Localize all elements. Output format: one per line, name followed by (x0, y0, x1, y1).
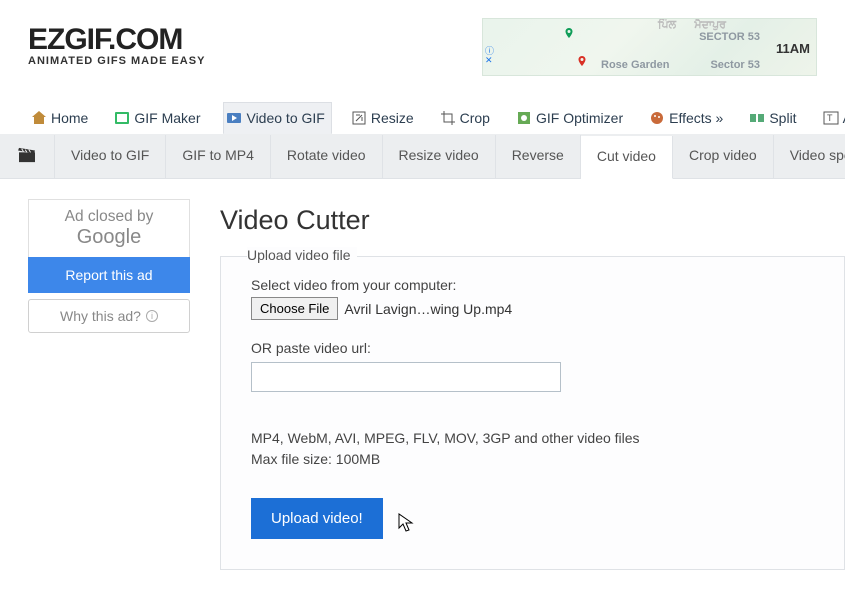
map-label: SECTOR 53 (699, 31, 760, 43)
why-this-ad-button[interactable]: Why this ad? i (28, 299, 190, 333)
nav-crop[interactable]: Crop (437, 102, 497, 134)
resize-icon (351, 110, 367, 126)
nav2-label: Reverse (512, 147, 564, 163)
url-label: OR paste video url: (251, 340, 814, 356)
nav-label: GIF Maker (134, 110, 200, 126)
map-time-label: 11AM (776, 41, 810, 56)
choose-file-button[interactable]: Choose File (251, 297, 338, 320)
nav2-label: Video to GIF (71, 147, 149, 163)
video-url-input[interactable] (251, 362, 561, 392)
panel-legend: Upload video file (247, 247, 357, 263)
nav2-speed[interactable]: Video speed (774, 135, 845, 178)
upload-video-button[interactable]: Upload video! (251, 498, 383, 539)
sidebar-ad-panel: Ad closed by Google Report this ad Why t… (28, 199, 190, 333)
nav-label: Effects » (669, 110, 723, 126)
info-icon: i (146, 310, 158, 322)
upload-panel: Upload video file Select video from your… (220, 256, 845, 570)
logo-text: EZGIF.COM (28, 26, 205, 53)
nav2-video-to-gif[interactable]: Video to GIF (55, 135, 166, 178)
split-icon (749, 110, 765, 126)
ad-closed-line1: Ad closed by (29, 208, 189, 226)
logo-tagline: ANIMATED GIFS MADE EASY (28, 55, 205, 67)
nav-gif-maker[interactable]: GIF Maker (111, 102, 207, 134)
nav-home[interactable]: Home (28, 102, 95, 134)
nav2-resize[interactable]: Resize video (383, 135, 496, 178)
why-this-ad-label: Why this ad? (60, 308, 141, 324)
nav-label: Split (769, 110, 796, 126)
map-label: ਪਿੰਲ (658, 19, 676, 32)
secondary-nav: Video to GIF GIF to MP4 Rotate video Res… (0, 135, 845, 179)
home-icon (31, 110, 47, 126)
nav-effects[interactable]: Effects » (646, 102, 730, 134)
clapperboard-icon (18, 147, 36, 163)
nav-label: Resize (371, 110, 414, 126)
nav-add-text[interactable]: T Add text (820, 102, 845, 134)
nav2-crop[interactable]: Crop video (673, 135, 774, 178)
nav-resize[interactable]: Resize (348, 102, 421, 134)
nav2-reverse[interactable]: Reverse (496, 135, 581, 178)
film-icon (114, 110, 130, 126)
select-file-label: Select video from your computer: (251, 277, 814, 293)
nav-label: Crop (460, 110, 490, 126)
nav-split[interactable]: Split (746, 102, 803, 134)
nav2-label: Video speed (790, 147, 845, 163)
ad-closed-text: Ad closed by Google (28, 199, 190, 257)
ad-closed-line2: Google (29, 226, 189, 249)
svg-text:T: T (827, 113, 833, 123)
crop-icon (440, 110, 456, 126)
optimizer-icon (516, 110, 532, 126)
map-pin-icon (563, 25, 575, 41)
nav2-icon-item[interactable] (0, 135, 55, 178)
report-ad-button[interactable]: Report this ad (28, 257, 190, 293)
nav-label: GIF Optimizer (536, 110, 623, 126)
text-icon: T (823, 110, 839, 126)
nav2-label: Rotate video (287, 147, 366, 163)
map-label: Sector 53 (710, 59, 760, 71)
nav2-label: Resize video (399, 147, 479, 163)
selected-filename: Avril Lavign…wing Up.mp4 (344, 301, 512, 317)
nav-label: Home (51, 110, 88, 126)
maxsize-text: Max file size: 100MB (251, 449, 814, 470)
adchoices-icon[interactable]: ⓘ✕ (485, 47, 498, 75)
nav2-gif-to-mp4[interactable]: GIF to MP4 (166, 135, 271, 178)
nav2-rotate[interactable]: Rotate video (271, 135, 383, 178)
video-icon (226, 110, 242, 126)
primary-nav: Home GIF Maker Video to GIF Resize Crop … (0, 102, 845, 135)
formats-text: MP4, WebM, AVI, MPEG, FLV, MOV, 3GP and … (251, 428, 814, 449)
ad-map-banner[interactable]: ⓘ✕ ਮੈਦਾਪੁਰ ਪਿੰਲ SECTOR 53 Sector 53 Rose… (482, 18, 817, 76)
nav2-label: GIF to MP4 (182, 147, 254, 163)
site-logo[interactable]: EZGIF.COM ANIMATED GIFS MADE EASY (28, 26, 205, 76)
page-title: Video Cutter (220, 205, 845, 236)
nav2-label: Cut video (597, 148, 656, 164)
nav2-cut[interactable]: Cut video (581, 136, 673, 179)
nav-optimizer[interactable]: GIF Optimizer (513, 102, 630, 134)
effects-icon (649, 110, 665, 126)
nav-video-to-gif[interactable]: Video to GIF (223, 102, 331, 134)
map-label: Rose Garden (601, 59, 669, 71)
nav2-label: Crop video (689, 147, 757, 163)
map-pin-icon (576, 53, 588, 69)
nav-label: Video to GIF (246, 110, 324, 126)
